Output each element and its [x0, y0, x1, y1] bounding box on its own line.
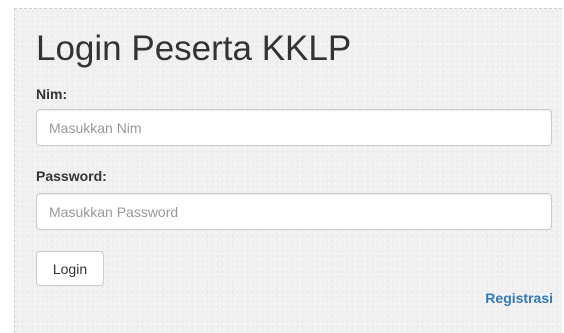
page-title: Login Peserta KKLP	[36, 29, 352, 68]
nim-label: Nim:	[36, 86, 68, 102]
password-label: Password:	[36, 168, 107, 184]
login-button[interactable]: Login	[36, 251, 104, 286]
login-panel: Login Peserta KKLP Nim: Password: Login …	[14, 8, 562, 333]
password-input[interactable]	[36, 193, 552, 230]
nim-input[interactable]	[36, 109, 552, 146]
register-link[interactable]: Registrasi	[485, 290, 553, 306]
